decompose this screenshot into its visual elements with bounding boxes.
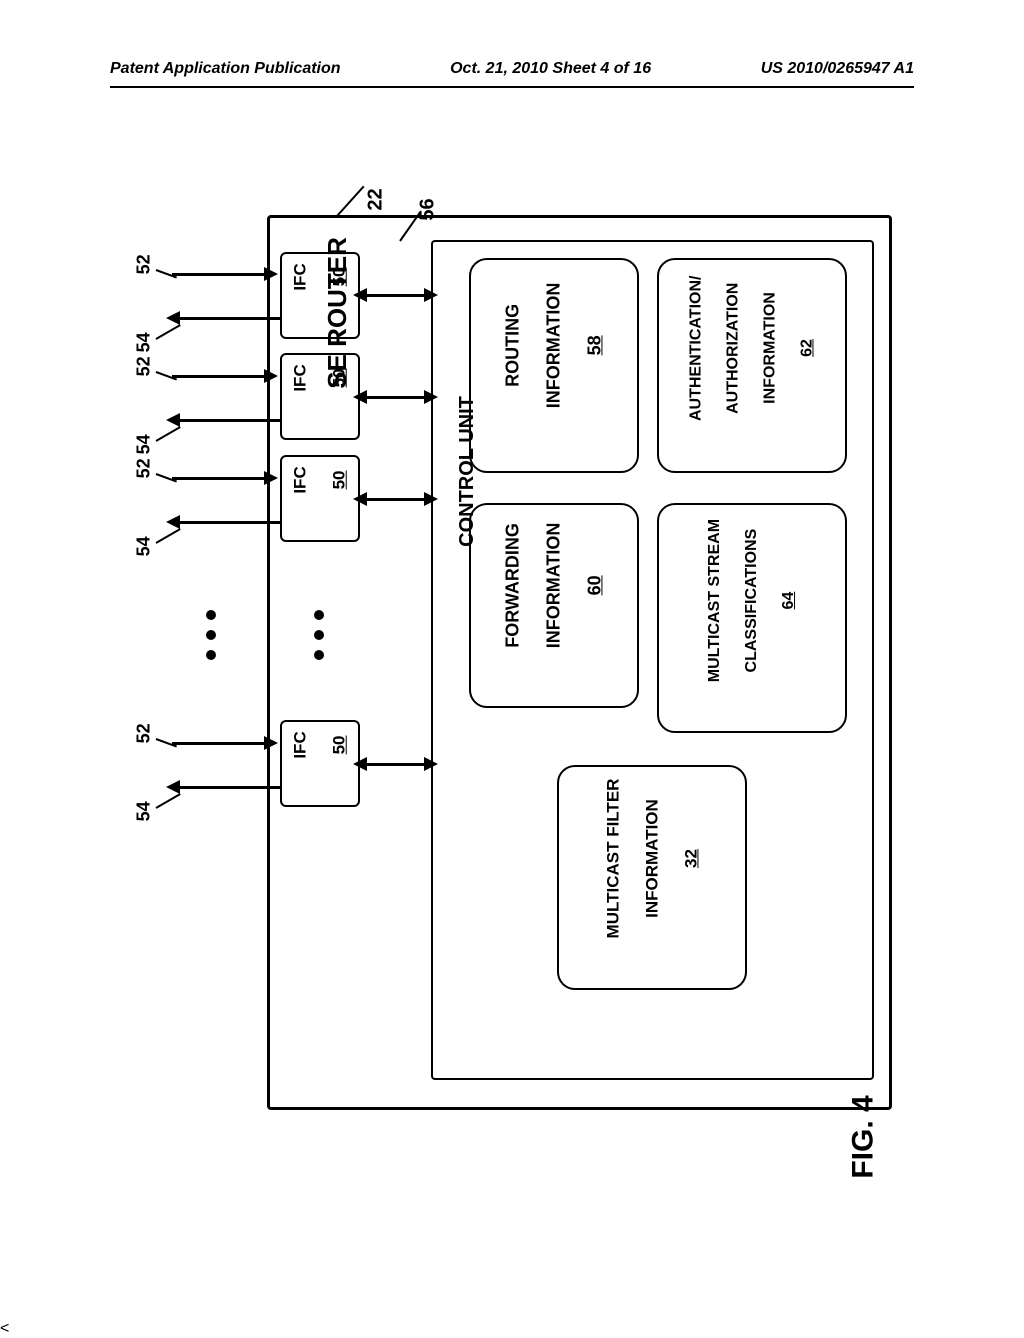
ifc-2-ref: 50	[330, 368, 349, 387]
routing-info-box: ROUTING INFORMATION 58	[469, 258, 639, 473]
ifcn-out-leader	[156, 793, 181, 809]
page: Patent Application Publication Oct. 21, …	[0, 0, 1024, 1320]
ifcn-cu-arrow	[360, 763, 431, 766]
ifc3-out-ref: 54	[134, 536, 155, 556]
header-rule	[110, 86, 914, 88]
ext-ellipsis	[206, 610, 216, 660]
auth-line3: INFORMATION	[761, 292, 778, 404]
arrow-head-icon	[353, 757, 367, 771]
arrow-head-icon	[166, 780, 180, 794]
dot-icon	[314, 650, 324, 660]
mstream-line1: MULTICAST STREAM	[706, 519, 723, 682]
forward-line1: FORWARDING	[502, 523, 522, 648]
figure: SE ROUTER 22 CONTROL UNIT 56 ROUTING INF…	[112, 160, 912, 1195]
forward-line2: INFORMATION	[544, 523, 564, 649]
control-unit-ref: 56	[417, 198, 440, 220]
arrow-head-icon	[264, 736, 278, 750]
arrow-head-icon	[424, 288, 438, 302]
mfilter-line2: INFORMATION	[642, 799, 661, 918]
ifc-box-2: IFC 50	[280, 353, 360, 440]
ifcn-in-arrow	[172, 742, 272, 745]
page-header: Patent Application Publication Oct. 21, …	[0, 60, 1024, 78]
arrow-head-icon	[424, 757, 438, 771]
ifc1-out-arrow	[180, 317, 280, 320]
ifc3-in-arrow	[172, 477, 272, 480]
arrow-head-icon	[166, 311, 180, 325]
router-ref-leader	[336, 186, 364, 217]
forwarding-text: FORWARDING INFORMATION 60	[482, 523, 627, 689]
routing-ref: 58	[585, 335, 605, 355]
dot-icon	[206, 630, 216, 640]
ifc-box-1: IFC 50	[280, 252, 360, 339]
ifcn-out-arrow	[180, 786, 280, 789]
mstream-text: MULTICAST STREAM CLASSIFICATIONS 64	[688, 519, 817, 718]
ifc2-out-leader	[156, 426, 181, 442]
ifc-3-label: IFC	[291, 466, 310, 493]
ifc-n-ref: 50	[330, 735, 349, 754]
ifc-2-label: IFC	[291, 364, 310, 391]
ifc-box-n: IFC 50	[280, 720, 360, 807]
ifcn-in-ref: 52	[134, 723, 155, 743]
ifc2-out-ref: 54	[134, 434, 155, 454]
arrow-head-icon	[353, 390, 367, 404]
ifc1-in-arrow	[172, 273, 272, 276]
ifc1-out-ref: 54	[134, 332, 155, 352]
auth-line2: AUTHORIZATION	[724, 282, 741, 413]
ifc-n-label: IFC	[291, 731, 310, 758]
arrow-head-icon	[424, 390, 438, 404]
forwarding-info-box: FORWARDING INFORMATION 60	[469, 503, 639, 708]
arrow-head-icon	[166, 413, 180, 427]
ifc-1-label: IFC	[291, 263, 310, 290]
forward-ref: 60	[585, 575, 605, 595]
ifc3-out-arrow	[180, 521, 280, 524]
header-right: US 2010/0265947 A1	[761, 60, 914, 78]
arrow-head-icon	[353, 288, 367, 302]
ifc2-in-ref: 52	[134, 356, 155, 376]
header-center: Oct. 21, 2010 Sheet 4 of 16	[450, 60, 651, 78]
arrow-head-icon	[424, 492, 438, 506]
mfilter-line1: MULTICAST FILTER	[603, 779, 622, 939]
router-ref: 22	[365, 188, 388, 210]
mfilter-text: MULTICAST FILTER INFORMATION 32	[584, 779, 721, 977]
routing-line2: INFORMATION	[544, 283, 564, 409]
ifcn-out-ref: 54	[134, 801, 155, 821]
arrow-head-icon	[353, 492, 367, 506]
ifc-ellipsis	[314, 610, 324, 660]
auth-text: AUTHENTICATION/ AUTHORIZATION INFORMATIO…	[669, 275, 835, 455]
dot-icon	[314, 610, 324, 620]
ifc3-in-ref: 52	[134, 458, 155, 478]
header-left: Patent Application Publication	[110, 60, 341, 78]
routing-info-text: ROUTING INFORMATION 58	[482, 283, 627, 449]
arrow-head-icon	[264, 471, 278, 485]
ifc1-in-ref: 52	[134, 254, 155, 274]
auth-info-box: AUTHENTICATION/ AUTHORIZATION INFORMATIO…	[657, 258, 847, 473]
ifc2-in-arrow	[172, 375, 272, 378]
dot-icon	[206, 650, 216, 660]
auth-ref: 62	[798, 339, 815, 357]
arrow-head-icon	[264, 267, 278, 281]
mfilter-ref: 32	[681, 849, 700, 868]
routing-line1: ROUTING	[502, 304, 522, 387]
dot-icon	[314, 630, 324, 640]
ifc-3-ref: 50	[330, 470, 349, 489]
ifc2-out-arrow	[180, 419, 280, 422]
mstream-box: MULTICAST STREAM CLASSIFICATIONS 64	[657, 503, 847, 733]
ifc3-cu-arrow	[360, 498, 431, 501]
arrow-head-icon	[166, 515, 180, 529]
dot-icon	[206, 610, 216, 620]
ifc2-cu-arrow	[360, 396, 431, 399]
mstream-ref: 64	[780, 591, 797, 609]
ifc-box-3: IFC 50	[280, 455, 360, 542]
mstream-line2: CLASSIFICATIONS	[743, 528, 760, 672]
mfilter-box: MULTICAST FILTER INFORMATION 32	[557, 765, 747, 990]
ifc1-out-leader	[156, 324, 181, 340]
figure-label: FIG. 4	[847, 1095, 881, 1178]
auth-line1: AUTHENTICATION/	[688, 275, 705, 420]
ifc-1-ref: 50	[330, 267, 349, 286]
ifc3-out-leader	[156, 528, 181, 544]
arrow-head-icon	[264, 369, 278, 383]
ifc1-cu-arrow	[360, 294, 431, 297]
